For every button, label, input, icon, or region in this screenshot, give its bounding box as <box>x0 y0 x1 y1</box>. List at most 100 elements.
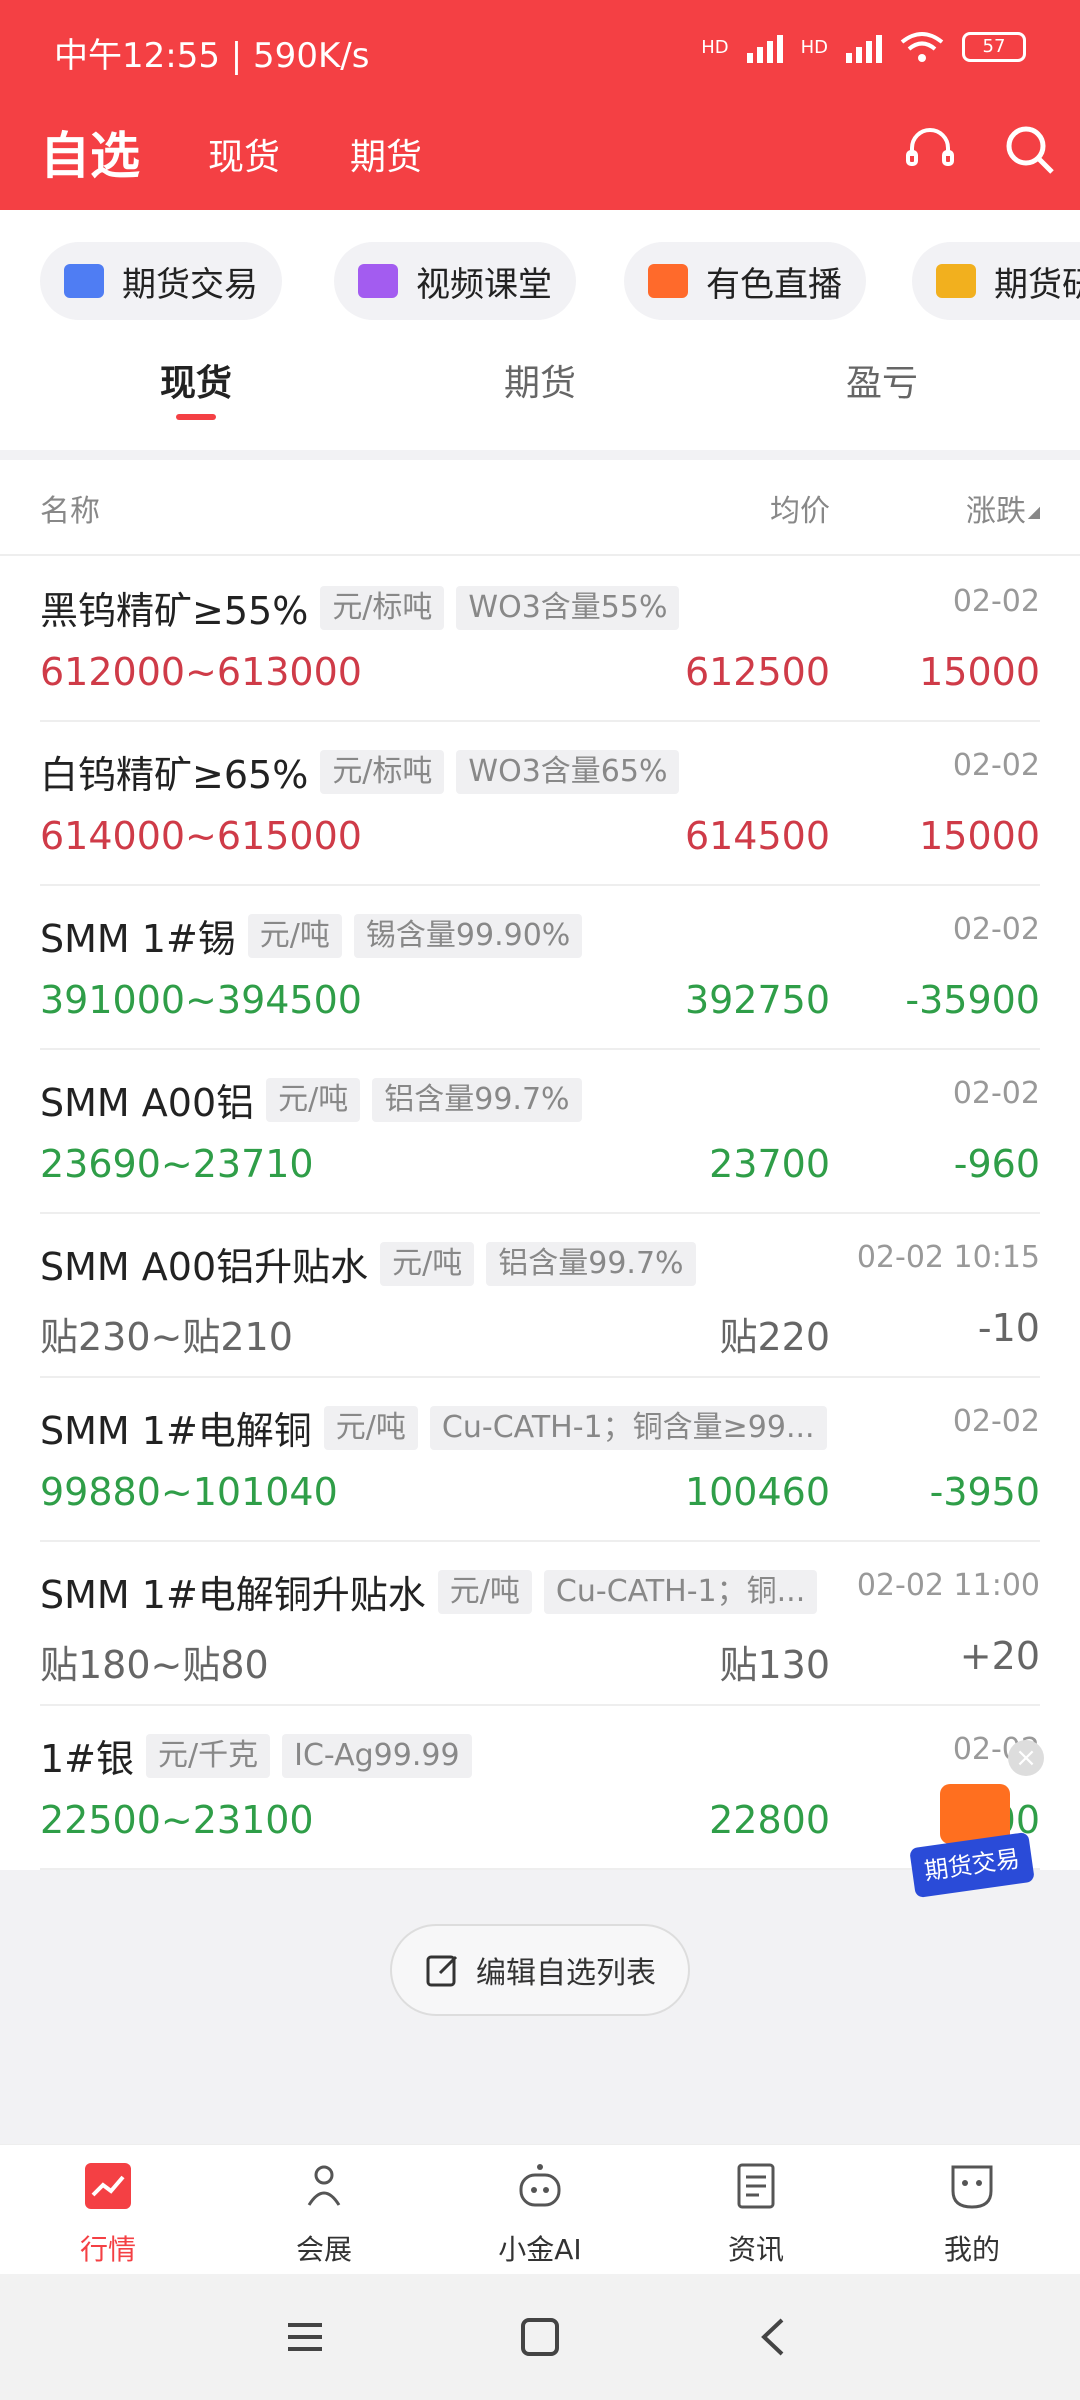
close-icon[interactable]: × <box>1008 1740 1044 1776</box>
chip-video-class[interactable]: 视频课堂 <box>334 242 576 320</box>
quote-name: SMM 1#锡 <box>40 917 236 961</box>
quote-name-group: SMM 1#电解铜 元/吨 Cu-CATH-1；铜含量≥99... <box>40 1400 827 1455</box>
nav-ai[interactable]: 小金AI <box>470 2155 610 2268</box>
robot-icon <box>519 2164 561 2207</box>
quote-change: 15000 <box>919 814 1040 858</box>
news-icon <box>737 2163 775 2209</box>
quote-range: 22500~23100 <box>40 1798 314 1842</box>
footer-area: 编辑自选列表 <box>0 1870 1080 2144</box>
quote-unit-tag: 元/吨 <box>437 1569 532 1614</box>
quote-spec-tag: IC-Ag99.99 <box>282 1733 472 1778</box>
quote-avg: 392750 <box>684 978 830 1022</box>
quote-spec-tag: WO3含量55% <box>456 585 680 630</box>
quote-row[interactable]: SMM 1#电解铜 元/吨 Cu-CATH-1；铜含量≥99... 02-02 9988… <box>0 1378 1080 1542</box>
quote-unit-tag: 元/千克 <box>146 1733 271 1778</box>
live-icon <box>648 264 688 298</box>
hd-label-1: HD <box>701 36 729 58</box>
quote-avg: 612500 <box>684 650 830 694</box>
quote-row[interactable]: SMM A00铝 元/吨 铝含量99.7% 02-02 23690~23710 23700… <box>0 1050 1080 1214</box>
quote-spec-tag: Cu-CATH-1；铜含量≥99... <box>429 1405 827 1450</box>
quote-name: 黑钨精矿≥55% <box>40 589 309 633</box>
quote-range: 612000~613000 <box>40 650 362 694</box>
video-icon <box>358 264 398 298</box>
quote-spec-tag: Cu-CATH-1；铜... <box>543 1569 818 1614</box>
quote-range: 99880~101040 <box>40 1470 338 1514</box>
nav-profile[interactable]: 我的 <box>902 2155 1042 2268</box>
floating-promo[interactable]: × 期货交易 <box>900 1740 1050 1910</box>
nav-exhibition[interactable]: 会展 <box>254 2155 394 2268</box>
col-change[interactable]: 涨跌 <box>966 486 1026 530</box>
quote-name: 1#银 <box>40 1737 135 1781</box>
quote-avg: 100460 <box>684 1470 830 1514</box>
people-icon <box>307 2165 341 2206</box>
sort-icon[interactable]: ◢ <box>1028 502 1040 521</box>
quote-spec-tag: 锡含量99.90% <box>353 913 583 958</box>
subtab-spot[interactable]: 现货 <box>96 354 296 406</box>
float-badge: 期货交易 <box>909 1831 1035 1899</box>
quote-spec-tag: 铝含量99.7% <box>372 1077 582 1122</box>
quote-range: 614000~615000 <box>40 814 362 858</box>
quote-name: SMM A00铝 <box>40 1081 255 1125</box>
quote-avg: 贴220 <box>719 1315 830 1359</box>
menu-icon[interactable] <box>280 2312 330 2362</box>
edit-icon <box>426 1955 458 1987</box>
quote-list: 黑钨精矿≥55% 元/标吨 WO3含量55% 02-02 612000~613000 61… <box>0 558 1080 1870</box>
quote-name: SMM A00铝升贴水 <box>40 1245 369 1289</box>
profile-icon <box>951 2165 993 2209</box>
quote-change: +20 <box>959 1634 1040 1678</box>
nav-news[interactable]: 资讯 <box>686 2155 826 2268</box>
subtab-futures[interactable]: 期货 <box>440 354 640 406</box>
col-name: 名称 <box>40 494 100 529</box>
quote-row[interactable]: SMM 1#锡 元/吨 锡含量99.90% 02-02 391000~394500 392… <box>0 886 1080 1050</box>
quote-name-group: SMM A00铝 元/吨 铝含量99.7% <box>40 1072 582 1127</box>
quote-row[interactable]: 白钨精矿≥65% 元/标吨 WO3含量65% 02-02 614000~615000 61… <box>0 722 1080 886</box>
quote-row[interactable]: SMM 1#电解铜升贴水 元/吨 Cu-CATH-1；铜... 02-02 11:00… <box>0 1542 1080 1706</box>
user-icon <box>64 264 104 298</box>
chip-research[interactable]: 期货研 <box>912 242 1080 320</box>
quote-change: -3950 <box>929 1470 1040 1514</box>
quote-row[interactable]: SMM A00铝升贴水 元/吨 铝含量99.7% 02-02 10:15 贴230~贴2… <box>0 1214 1080 1378</box>
quote-unit-tag: 元/吨 <box>266 1077 361 1122</box>
quote-unit-tag: 元/吨 <box>247 913 342 958</box>
back-icon[interactable] <box>750 2312 800 2362</box>
home-icon[interactable] <box>515 2312 565 2362</box>
quote-change: 15000 <box>919 650 1040 694</box>
quote-row[interactable]: 黑钨精矿≥55% 元/标吨 WO3含量55% 02-02 612000~613000 61… <box>0 558 1080 722</box>
tab-futures[interactable]: 期货 <box>350 128 422 180</box>
edit-watchlist-button[interactable]: 编辑自选列表 <box>390 1924 690 2016</box>
quote-name: SMM 1#电解铜升贴水 <box>40 1573 426 1617</box>
quote-name-group: SMM 1#锡 元/吨 锡含量99.90% <box>40 908 583 963</box>
doc-icon <box>936 264 976 298</box>
page-title: 自选 <box>40 127 140 185</box>
chip-futures-trade[interactable]: 期货交易 <box>40 242 282 320</box>
subtab-pnl[interactable]: 盈亏 <box>782 354 982 406</box>
signal-icon <box>746 31 783 63</box>
chip-live[interactable]: 有色直播 <box>624 242 866 320</box>
chart-icon <box>85 2163 131 2209</box>
col-avg[interactable]: 均价 <box>770 486 830 530</box>
search-icon[interactable] <box>1000 120 1060 180</box>
quote-date: 02-02 11:00 <box>856 1568 1040 1603</box>
quote-name-group: 白钨精矿≥65% 元/标吨 WO3含量65% <box>40 744 680 799</box>
quote-range: 391000~394500 <box>40 978 362 1022</box>
quote-avg: 614500 <box>684 814 830 858</box>
quote-date: 02-02 <box>952 1404 1040 1439</box>
quote-date: 02-02 <box>952 912 1040 947</box>
bottom-nav: 行情 会展 小金AI 资讯 我的 <box>0 2144 1080 2274</box>
quote-range: 贴180~贴80 <box>40 1643 269 1687</box>
app-header: 中午12:55 | 590K/s HD HD 57 自选 现货 期货 <box>0 0 1080 210</box>
quote-unit-tag: 元/标吨 <box>320 749 445 794</box>
quote-avg: 23700 <box>709 1142 830 1186</box>
headset-icon[interactable] <box>900 120 960 180</box>
quote-date: 02-02 10:15 <box>856 1240 1040 1275</box>
status-icons: HD HD 57 <box>701 30 1026 64</box>
quote-unit-tag: 元/吨 <box>323 1405 418 1450</box>
quote-range: 23690~23710 <box>40 1142 314 1186</box>
quote-name: 白钨精矿≥65% <box>40 753 309 797</box>
tab-spot[interactable]: 现货 <box>208 128 280 180</box>
quote-spec-tag: WO3含量65% <box>456 749 680 794</box>
quote-name-group: 黑钨精矿≥55% 元/标吨 WO3含量55% <box>40 580 680 635</box>
column-header: 名称 均价 涨跌 ◢ <box>0 460 1080 556</box>
quick-chips: 期货交易 视频课堂 有色直播 期货研 <box>0 210 1080 330</box>
nav-market[interactable]: 行情 <box>38 2155 178 2268</box>
